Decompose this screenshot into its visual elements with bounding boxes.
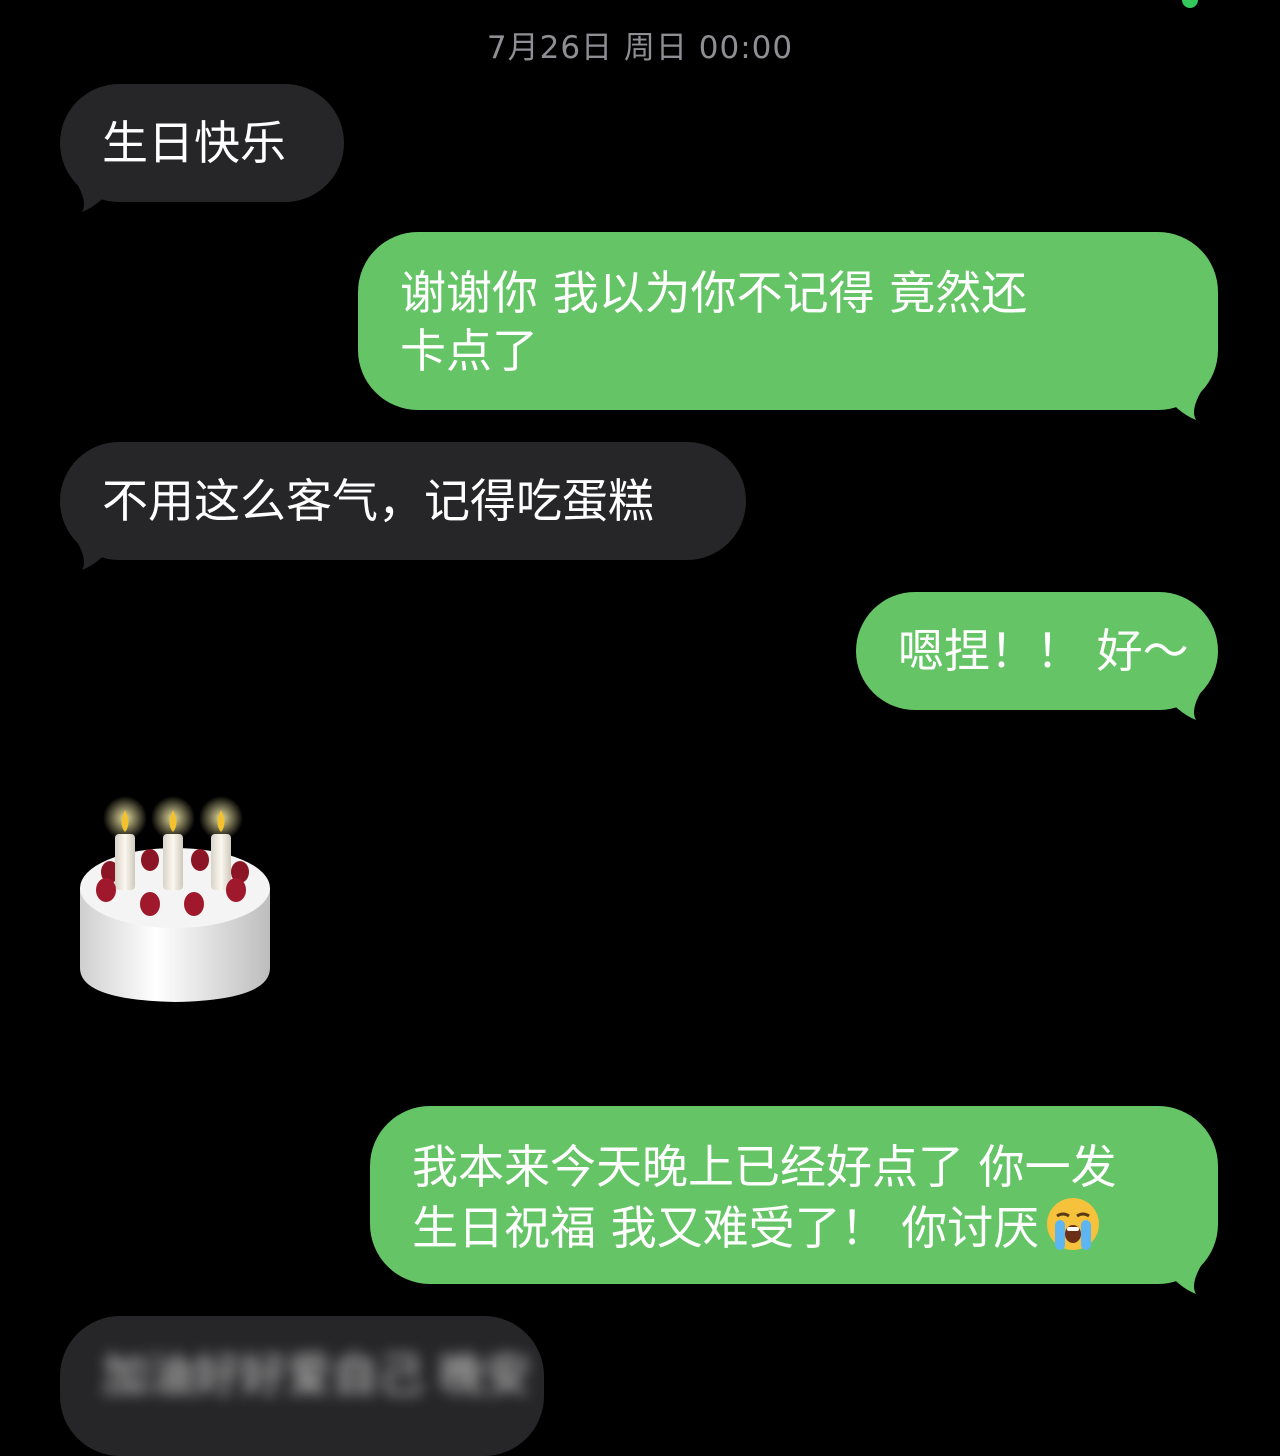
outgoing-message-bubble[interactable]: 谢谢你 我以为你不记得 竟然还 卡点了 <box>358 232 1218 420</box>
incoming-message-bubble[interactable]: 加油好好爱自己 晚安 <box>60 1316 544 1456</box>
incoming-message-bubble[interactable]: 生日快乐 <box>60 84 344 212</box>
bubble-tail <box>1162 690 1202 720</box>
message-text: 嗯捏！！ 好～ <box>898 624 1189 678</box>
bubble-tail <box>1162 390 1202 420</box>
birthday-cake-icon[interactable] <box>70 788 280 1018</box>
bubble-tail <box>1162 1264 1202 1294</box>
message-text: 生日快乐 <box>102 116 286 170</box>
bubble-tail <box>76 182 116 212</box>
bubble-tail <box>76 540 116 570</box>
status-indicator <box>1182 0 1198 8</box>
incoming-message-bubble[interactable]: 不用这么客气，记得吃蛋糕 <box>60 442 746 570</box>
message-text: 不用这么客气，记得吃蛋糕 <box>102 474 654 528</box>
message-timestamp: 7月26日 周日 00:00 <box>486 30 794 66</box>
message-text-content: 我本来今天晚上已经好点了 你一发 生日祝福 我又难受了！ 你讨厌 <box>412 1140 1117 1255</box>
message-text: 加油好好爱自己 晚安 <box>102 1348 531 1402</box>
message-text: 我本来今天晚上已经好点了 你一发 生日祝福 我又难受了！ 你讨厌 <box>412 1138 1188 1257</box>
outgoing-message-bubble[interactable]: 我本来今天晚上已经好点了 你一发 生日祝福 我又难受了！ 你讨厌 <box>370 1106 1218 1294</box>
message-text: 谢谢你 我以为你不记得 竟然还 卡点了 <box>400 266 1028 378</box>
loudly-crying-face-icon <box>1047 1198 1100 1250</box>
outgoing-message-bubble[interactable]: 嗯捏！！ 好～ <box>856 592 1218 720</box>
